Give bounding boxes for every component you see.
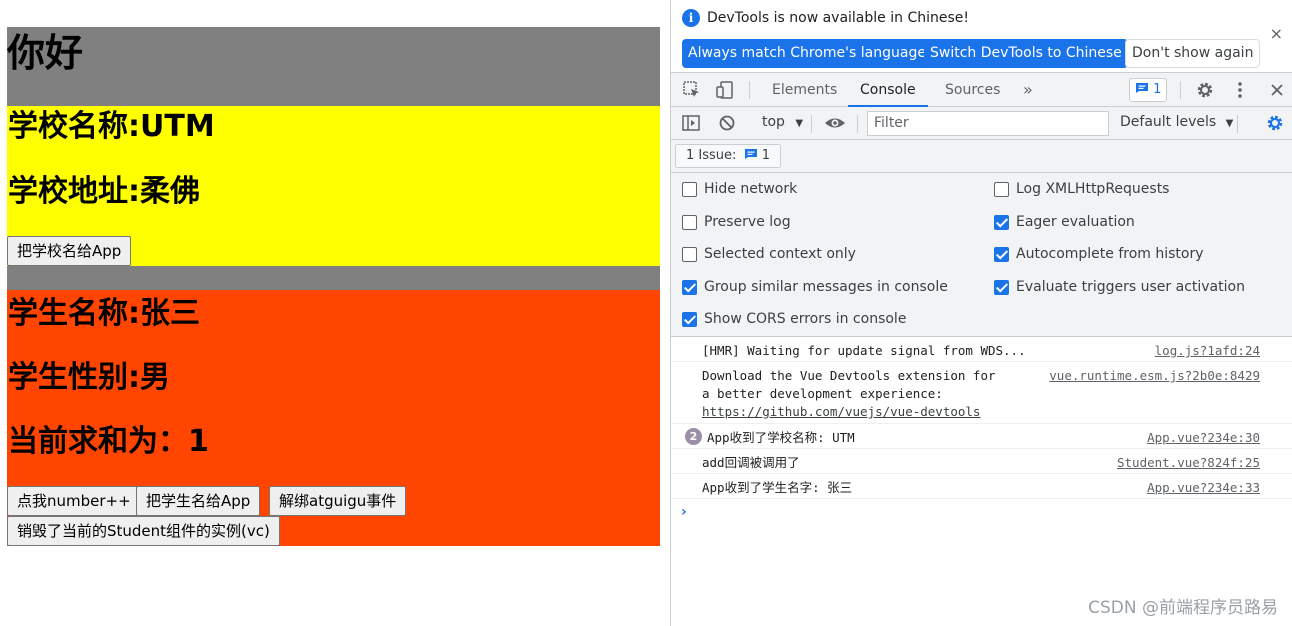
devtools-tabbar: Elements Console Sources » 1 <box>671 72 1292 107</box>
setting-label: Log XMLHttpRequests <box>1016 181 1170 197</box>
issues-button[interactable]: 1 Issue: 1 <box>675 144 781 168</box>
sum-display: 当前求和为：1 <box>8 424 209 459</box>
console-prompt[interactable]: › <box>681 504 687 520</box>
more-tabs-icon[interactable]: » <box>1011 73 1045 107</box>
issues-bar: 1 Issue: 1 <box>671 140 1292 173</box>
console-message: 2 App收到了学校名称: UTM App.vue?234e:30 <box>671 424 1292 449</box>
console-message: add回调被调用了 Student.vue?824f:25 <box>671 449 1292 474</box>
app-header: 你好 <box>7 27 660 106</box>
message-icon <box>741 148 762 163</box>
issues-label: 1 Issue: <box>686 148 737 163</box>
switch-chinese-button[interactable]: Switch DevTools to Chinese <box>924 39 1128 68</box>
match-language-button[interactable]: Always match Chrome's language <box>682 39 932 68</box>
send-student-name-button[interactable]: 把学生名给App <box>136 486 261 516</box>
devtools-panel: i DevTools is now available in Chinese! … <box>670 0 1292 626</box>
console-output: [HMR] Waiting for update signal from WDS… <box>671 337 1292 626</box>
setting-label: Selected context only <box>704 246 856 262</box>
vue-devtools-link[interactable]: https://github.com/vuejs/vue-devtools <box>702 403 980 421</box>
console-message: [HMR] Waiting for update signal from WDS… <box>671 337 1292 362</box>
issues-badge-count: 1 <box>1153 82 1162 97</box>
csdn-watermark: CSDN @前端程序员路易 <box>1088 598 1278 618</box>
infobar-message: DevTools is now available in Chinese! <box>707 10 969 26</box>
dont-show-again-button[interactable]: Don't show again <box>1125 39 1261 68</box>
sidebar-toggle-icon[interactable] <box>681 113 701 133</box>
chevron-down-icon: ▼ <box>795 118 804 129</box>
setting-label: Evaluate triggers user activation <box>1016 279 1245 295</box>
device-toolbar-icon[interactable] <box>715 80 735 100</box>
checkbox-checked[interactable] <box>682 312 697 327</box>
issues-count: 1 <box>761 148 770 163</box>
checkbox[interactable] <box>682 182 697 197</box>
checkbox-checked[interactable] <box>682 280 697 295</box>
issues-badge-button[interactable]: 1 <box>1129 78 1168 102</box>
console-message: App收到了学生名字: 张三 App.vue?234e:33 <box>671 474 1292 499</box>
toolbar-separator <box>811 115 812 133</box>
console-toolbar: top ▼ Filter Default levels ▼ <box>671 107 1292 140</box>
message-source-link[interactable]: App.vue?234e:30 <box>1147 429 1260 447</box>
checkbox-checked[interactable] <box>994 280 1009 295</box>
close-devtools-icon[interactable] <box>1267 80 1287 100</box>
message-text: [HMR] Waiting for update signal from WDS… <box>702 343 1026 358</box>
message-text: Download the Vue Devtools extension for … <box>702 368 996 401</box>
message-source-link[interactable]: vue.runtime.esm.js?2b0e:8429 <box>1049 367 1260 385</box>
setting-label: Eager evaluation <box>1016 214 1135 230</box>
student-name: 学生名称:张三 <box>8 296 200 331</box>
toolbar-separator <box>749 81 750 99</box>
message-source-link[interactable]: log.js?1afd:24 <box>1155 342 1260 360</box>
setting-label: Autocomplete from history <box>1016 246 1204 262</box>
app-title: 你好 <box>7 31 84 75</box>
toolbar-separator <box>1237 115 1238 133</box>
language-infobar: i DevTools is now available in Chinese! … <box>671 0 1292 72</box>
context-selector[interactable]: top ▼ <box>762 114 803 130</box>
student-gender: 学生性别:男 <box>8 360 170 395</box>
log-levels-dropdown[interactable]: Default levels ▼ <box>1120 114 1233 130</box>
toolbar-separator <box>857 115 858 133</box>
checkbox[interactable] <box>682 247 697 262</box>
repeat-count-badge: 2 <box>685 428 702 445</box>
tab-console[interactable]: Console <box>848 73 928 107</box>
setting-label: Show CORS errors in console <box>704 311 907 327</box>
school-address: 学校地址:柔佛 <box>8 174 200 209</box>
eye-icon[interactable] <box>824 113 845 133</box>
message-text: add回调被调用了 <box>702 455 800 470</box>
app-gap <box>7 266 660 290</box>
checkbox-checked[interactable] <box>994 215 1009 230</box>
checkbox-checked[interactable] <box>994 247 1009 262</box>
message-source-link[interactable]: Student.vue?824f:25 <box>1117 454 1260 472</box>
destroy-instance-button[interactable]: 销毁了当前的Student组件的实例(vc) <box>7 516 280 546</box>
tab-sources[interactable]: Sources <box>933 73 1012 107</box>
log-levels-value: Default levels <box>1120 114 1217 130</box>
setting-label: Hide network <box>704 181 798 197</box>
school-component: 学校名称:UTM 学校地址:柔佛 把学校名给App <box>7 106 660 266</box>
checkbox[interactable] <box>994 182 1009 197</box>
clear-console-icon[interactable] <box>717 113 737 133</box>
tab-elements[interactable]: Elements <box>760 73 849 107</box>
toolbar-separator <box>1180 81 1181 99</box>
vue-app-page: 你好 学校名称:UTM 学校地址:柔佛 把学校名给App 学生名称:张三 学生性… <box>0 0 670 626</box>
setting-label: Group similar messages in console <box>704 279 948 295</box>
console-settings-pane: Hide network Log XMLHttpRequests Preserv… <box>671 173 1292 337</box>
console-settings-icon[interactable] <box>1265 113 1285 133</box>
student-component: 学生名称:张三 学生性别:男 当前求和为：1 点我number++ 把学生名给A… <box>7 290 660 546</box>
message-text: App收到了学校名称: UTM <box>707 430 855 445</box>
increment-number-button[interactable]: 点我number++ <box>7 486 141 516</box>
chevron-down-icon: ▼ <box>1225 118 1234 129</box>
school-name: 学校名称:UTM <box>8 109 215 144</box>
filter-input[interactable]: Filter <box>867 111 1109 136</box>
context-selector-value: top <box>762 114 785 130</box>
setting-label: Preserve log <box>704 214 791 230</box>
message-text: App收到了学生名字: 张三 <box>702 480 853 495</box>
unbind-event-button[interactable]: 解绑atguigu事件 <box>269 486 407 516</box>
console-message: Download the Vue Devtools extension for … <box>671 362 1292 424</box>
message-icon <box>1135 82 1153 97</box>
info-icon: i <box>682 9 700 27</box>
message-source-link[interactable]: App.vue?234e:33 <box>1147 479 1260 497</box>
gear-icon[interactable] <box>1195 80 1215 100</box>
close-icon[interactable]: × <box>1270 24 1283 43</box>
more-options-icon[interactable] <box>1230 80 1250 100</box>
inspect-element-icon[interactable] <box>682 80 702 100</box>
send-school-name-button[interactable]: 把学校名给App <box>7 236 132 266</box>
checkbox[interactable] <box>682 215 697 230</box>
